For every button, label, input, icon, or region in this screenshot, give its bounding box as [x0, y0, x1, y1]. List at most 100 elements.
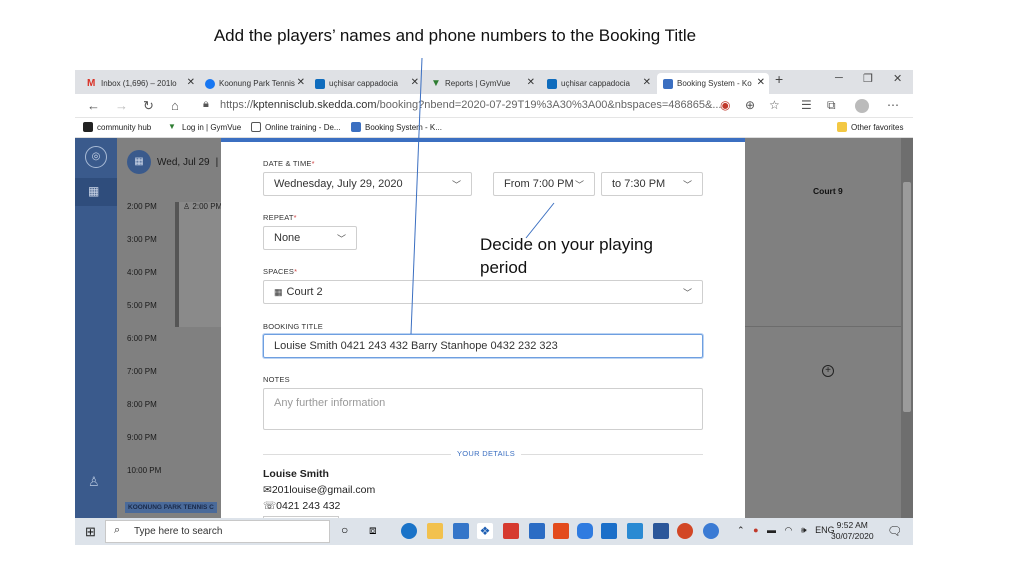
url-field[interactable]: https://kptennisclub.skedda.com/booking?… — [220, 99, 722, 111]
close-icon[interactable]: ✕ — [411, 77, 419, 88]
tab-gymvue[interactable]: ▼ Reports | GymVue ✕ — [425, 73, 539, 94]
end-time-value: to 7:30 PM — [612, 178, 666, 190]
mail-app-icon[interactable] — [453, 523, 469, 539]
scrollbar[interactable] — [901, 138, 913, 518]
tab-gmail[interactable]: M Inbox (1,696) – 201lo ✕ — [81, 73, 199, 94]
help-icon[interactable] — [703, 523, 719, 539]
bing-icon — [547, 78, 557, 89]
chevron-up-icon[interactable]: ⌃ — [737, 525, 745, 535]
taskbar-search[interactable]: ⌕ Type here to search — [105, 520, 330, 543]
calendar-app-icon[interactable] — [601, 523, 617, 539]
add-booking-icon[interactable]: + — [822, 365, 834, 377]
fav-gymvue[interactable]: ▼ Log in | GymVue — [168, 122, 241, 132]
file-explorer-icon[interactable] — [427, 523, 443, 539]
start-time-dropdown[interactable]: From 7:00 PM ﹀ — [493, 172, 595, 196]
ipm-icon — [83, 122, 93, 132]
tab-label: uçhisar cappadocia — [329, 79, 398, 88]
end-time-dropdown[interactable]: to 7:30 PM ﹀ — [601, 172, 703, 196]
favorites-bar: community hub ▼ Log in | GymVue Online tr… — [75, 118, 913, 138]
add-icon[interactable]: ⊕ — [745, 98, 755, 112]
profile-icon[interactable] — [855, 99, 869, 113]
scroll-thumb[interactable] — [903, 182, 911, 412]
fav-online-training[interactable]: Online training - De... — [251, 122, 341, 132]
windows-start-icon[interactable]: ⊞ — [85, 524, 96, 540]
task-view-icon[interactable]: ⧈ — [369, 523, 377, 538]
skedda-icon — [663, 78, 673, 89]
user-icon[interactable]: ♙ — [88, 474, 100, 490]
powerpoint-icon[interactable] — [677, 523, 693, 539]
row-divider — [745, 326, 901, 327]
clock-date: 30/07/2020 — [831, 531, 874, 541]
rail-active-item[interactable]: ▦ — [75, 178, 117, 206]
existing-booking[interactable] — [175, 202, 221, 327]
maximize-icon[interactable]: ❐ — [863, 72, 873, 85]
notifications-icon[interactable]: 🗨︎ — [887, 524, 902, 538]
edge-icon[interactable] — [401, 523, 417, 539]
zoom-icon[interactable] — [577, 523, 593, 539]
date-dropdown[interactable]: Wednesday, July 29, 2020 ﹀ — [263, 172, 472, 196]
other-favorites[interactable]: Other favorites — [837, 122, 903, 132]
chevron-down-icon: ﹀ — [336, 234, 346, 244]
fav-booking-system[interactable]: Booking System - K... — [351, 122, 442, 132]
acrobat-icon[interactable] — [503, 523, 519, 539]
hour-label: 3:00 PM — [127, 235, 157, 244]
home-icon[interactable]: ⌂ — [171, 98, 179, 113]
menu-icon[interactable]: ⋯ — [887, 98, 899, 112]
new-tab-button[interactable]: + — [775, 71, 783, 87]
close-icon[interactable]: ✕ — [297, 77, 305, 88]
notes-textarea[interactable]: Any further information — [263, 388, 703, 430]
tab-bing-2[interactable]: uçhisar cappadocia ✕ — [541, 73, 655, 94]
clock[interactable]: 9:52 AM 30/07/2020 — [831, 520, 874, 542]
refresh-icon[interactable]: ↻ — [143, 98, 154, 114]
user-email: ✉201louise@gmail.com — [263, 484, 376, 496]
phone-icon: ☏ — [263, 500, 277, 512]
close-icon[interactable]: ✕ — [757, 77, 765, 88]
star-icon[interactable]: ☆ — [769, 98, 780, 112]
battery-icon[interactable]: ▬ — [767, 525, 776, 535]
office-icon[interactable] — [553, 523, 569, 539]
tab-bing-1[interactable]: uçhisar cappadocia ✕ — [309, 73, 423, 94]
hour-label: 2:00 PM — [127, 202, 157, 211]
close-icon[interactable]: ✕ — [187, 77, 195, 88]
forward-icon[interactable]: → — [115, 98, 128, 113]
tray-app-icon[interactable]: ● — [753, 525, 758, 535]
tab-label: Booking System - Ko — [677, 79, 752, 88]
collections-icon[interactable]: ⧉ — [827, 98, 836, 113]
skedda-icon — [351, 122, 361, 132]
word-icon[interactable] — [653, 523, 669, 539]
calendar-icon: ▦ — [88, 184, 100, 198]
tab-facebook[interactable]: Koonung Park Tennis ✕ — [199, 73, 309, 94]
app-icon[interactable] — [529, 523, 545, 539]
repeat-dropdown[interactable]: None ﹀ — [263, 226, 357, 250]
hour-label: 5:00 PM — [127, 301, 157, 310]
notes-placeholder: Any further information — [274, 397, 386, 409]
back-icon[interactable]: ← — [87, 98, 100, 113]
favorites-icon[interactable]: ☰ — [801, 98, 812, 112]
datetime-label: DATE & TIME* — [263, 159, 315, 168]
booking-title-input[interactable]: Louise Smith 0421 243 432 Barry Stanhope… — [263, 334, 703, 358]
close-icon[interactable]: ✕ — [527, 77, 535, 88]
fav-community-hub[interactable]: community hub — [83, 122, 151, 132]
minimize-icon[interactable]: ─ — [835, 72, 843, 84]
dashboard-icon[interactable]: ◎ — [85, 146, 107, 168]
volume-icon[interactable]: 🕪︎ — [801, 525, 807, 535]
wifi-icon[interactable]: ◠ — [785, 525, 793, 535]
photos-icon[interactable] — [627, 523, 643, 539]
dropbox-icon[interactable]: ❖ — [477, 523, 493, 539]
chevron-down-icon: ﹀ — [574, 180, 584, 190]
spaces-dropdown[interactable]: ▦ Court 2 ﹀ — [263, 280, 703, 304]
tab-booking-system[interactable]: Booking System - Ko ✕ — [657, 73, 769, 94]
tab-label: uçhisar cappadocia — [561, 79, 630, 88]
date-selector[interactable]: ▦ Wed, Jul 29 | — [127, 150, 218, 174]
fav-label: Online training - De... — [265, 122, 341, 132]
search-placeholder: Type here to search — [134, 526, 223, 537]
tracking-icon[interactable]: ◉ — [720, 98, 730, 112]
browser-window: M Inbox (1,696) – 201lo ✕ Koonung Park T… — [75, 70, 913, 545]
cortana-icon[interactable]: ○ — [341, 523, 348, 537]
tab-label: Inbox (1,696) – 201lo — [101, 79, 177, 88]
court-header: Court 9 — [813, 186, 843, 196]
url-host: kptennisclub.skedda.com — [253, 99, 377, 111]
window-close-icon[interactable]: ✕ — [893, 72, 902, 85]
tab-strip: M Inbox (1,696) – 201lo ✕ Koonung Park T… — [75, 70, 913, 94]
close-icon[interactable]: ✕ — [643, 77, 651, 88]
